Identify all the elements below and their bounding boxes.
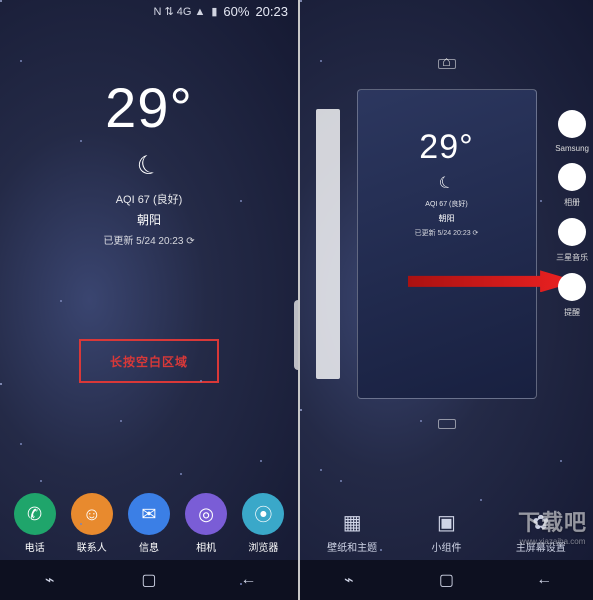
aqi-text: AQI 67 (良好) [0, 191, 298, 207]
edge-panel-handle[interactable] [294, 300, 298, 370]
option-widgets[interactable]: ▣ 小组件 [431, 510, 461, 554]
brush-icon: ▦ [343, 510, 362, 535]
dock-app-messages[interactable]: ✉ 信息 [128, 493, 170, 554]
nav-recent-button[interactable]: ⌁ [30, 570, 70, 590]
degree-symbol: ° [459, 128, 474, 166]
navigation-bar: ⌁ ▢ ← [0, 560, 298, 600]
edge-app-music[interactable] [558, 218, 586, 246]
home-editor-screen: . ⌂ 29° ☾ AQI 67 (良好) 朝阳 已更新 5/24 20:23 … [300, 0, 593, 600]
updated-text: 已更新 5/24 20:23 ⟳ [0, 232, 298, 247]
dock-app-browser[interactable]: ⦿ 浏览器 [242, 493, 284, 554]
dock-app-phone[interactable]: ✆ 电话 [14, 493, 56, 554]
temperature-value: 29 [105, 76, 169, 139]
page-handle-bottom[interactable] [438, 419, 456, 429]
status-indicators: N ⇅ 4G ▲ [153, 5, 205, 18]
location-text: 朝阳 [0, 211, 298, 228]
nav-home-button[interactable]: ▢ [129, 570, 169, 590]
nav-recent-button[interactable]: ⌁ [329, 570, 369, 590]
highlight-label: 长按空白区域 [110, 353, 188, 370]
moon-icon: ☾ [436, 171, 456, 195]
aqi-text: AQI 67 (良好) [358, 199, 536, 209]
camera-icon: ◎ [185, 493, 227, 535]
longpress-highlight-box[interactable]: 长按空白区域 [79, 339, 219, 383]
edge-app-reminder[interactable] [558, 273, 586, 301]
dock-label: 信息 [139, 539, 159, 554]
widget-icon: ▣ [437, 510, 456, 535]
edge-panel[interactable]: Samsung 相册 三星音乐 提醒 [555, 110, 589, 318]
phone-icon: ✆ [14, 493, 56, 535]
status-bar: N ⇅ 4G ▲ ▮ 60% 20:23 [0, 0, 298, 19]
page-handle-top[interactable] [438, 59, 456, 69]
edge-app-gallery[interactable] [558, 163, 586, 191]
edge-label: 三星音乐 [556, 252, 588, 263]
edge-label: 相册 [564, 197, 580, 208]
dock-label: 浏览器 [248, 539, 278, 554]
contacts-icon: ☺ [71, 493, 113, 535]
nav-back-button[interactable]: ← [228, 571, 268, 589]
prev-page-thumb[interactable] [316, 109, 340, 379]
dock-label: 相机 [196, 539, 216, 554]
watermark: 下载吧 www.xiazaiba.com [518, 505, 587, 546]
dock-app-camera[interactable]: ◎ 相机 [185, 493, 227, 554]
edge-label: Samsung [555, 144, 589, 153]
home-screen: N ⇅ 4G ▲ ▮ 60% 20:23 29° ☾ AQI 67 (良好) 朝… [0, 0, 298, 600]
nav-home-button[interactable]: ▢ [426, 570, 466, 590]
option-label: 壁纸和主题 [327, 539, 377, 554]
battery-icon: ▮ [211, 5, 217, 18]
option-label: 小组件 [431, 539, 461, 554]
navigation-bar: ⌁ ▢ ← [300, 560, 593, 600]
watermark-big: 下载吧 [518, 510, 587, 535]
edge-label: 提醒 [564, 307, 580, 318]
location-text: 朝阳 [358, 213, 536, 224]
dock: ✆ 电话 ☺ 联系人 ✉ 信息 ◎ 相机 ⦿ 浏览器 [0, 493, 298, 554]
watermark-small: www.xiazaiba.com [518, 537, 587, 546]
updated-text: 已更新 5/24 20:23 ⟳ [358, 228, 536, 238]
edge-app-samsung[interactable] [558, 110, 586, 138]
messages-icon: ✉ [128, 493, 170, 535]
dock-app-contacts[interactable]: ☺ 联系人 [71, 493, 113, 554]
page-carousel[interactable]: 29° ☾ AQI 67 (良好) 朝阳 已更新 5/24 20:23 ⟳ [352, 79, 542, 409]
browser-icon: ⦿ [242, 493, 284, 535]
dock-label: 联系人 [77, 539, 107, 554]
degree-symbol: ° [169, 76, 192, 139]
option-wallpaper-themes[interactable]: ▦ 壁纸和主题 [327, 510, 377, 554]
temperature-value: 29 [419, 128, 459, 166]
current-page-thumb[interactable]: 29° ☾ AQI 67 (良好) 朝阳 已更新 5/24 20:23 ⟳ [357, 89, 537, 399]
dock-label: 电话 [25, 539, 45, 554]
nav-back-button[interactable]: ← [524, 571, 564, 589]
status-time: 20:23 [255, 4, 288, 19]
weather-widget[interactable]: 29° ☾ AQI 67 (良好) 朝阳 已更新 5/24 20:23 ⟳ [0, 75, 298, 247]
moon-icon: ☾ [133, 147, 166, 184]
battery-percent: 60% [223, 4, 249, 19]
